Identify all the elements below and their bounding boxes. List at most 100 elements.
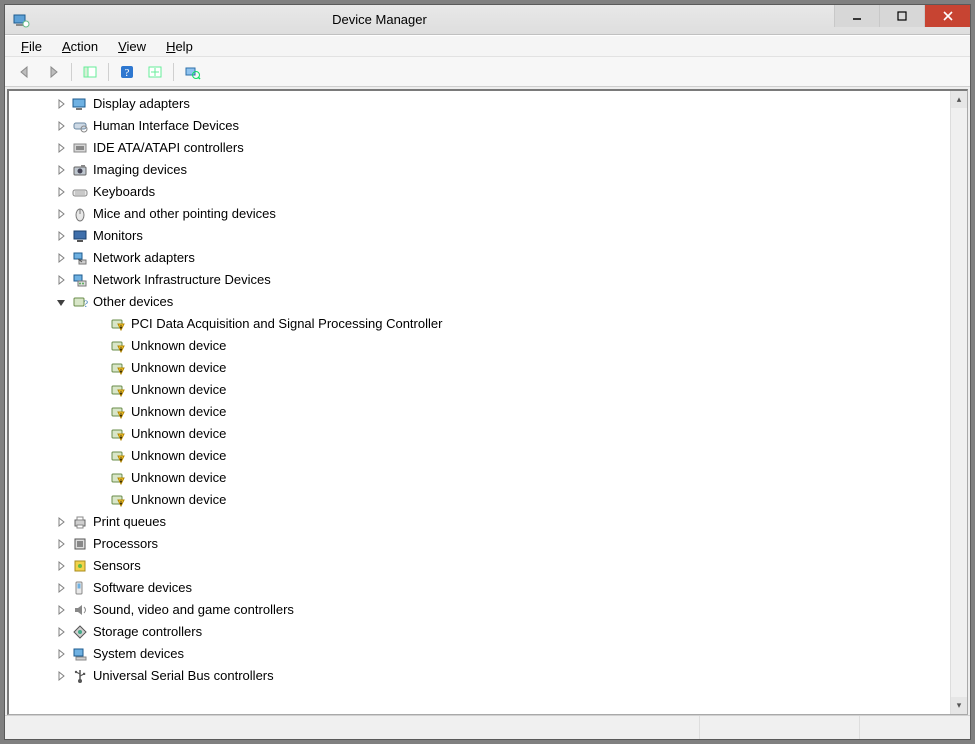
tree-node-label: Unknown device [131,401,226,423]
warning-device-icon [109,491,127,509]
keyboard-icon [71,183,89,201]
tree-node-label: Imaging devices [93,159,187,181]
expand-icon[interactable] [55,186,67,198]
expand-icon[interactable] [55,670,67,682]
menu-file[interactable]: File [11,37,52,56]
expand-icon[interactable] [55,604,67,616]
software-icon [71,579,89,597]
expand-icon[interactable] [55,648,67,660]
scroll-up-button[interactable]: ▴ [951,91,967,108]
expand-icon[interactable] [55,230,67,242]
expand-placeholder [93,472,105,484]
tree-node[interactable]: IDE ATA/ATAPI controllers [9,137,950,159]
expand-placeholder [93,340,105,352]
tree-node[interactable]: Software devices [9,577,950,599]
tree-node[interactable]: Imaging devices [9,159,950,181]
expand-icon[interactable] [55,164,67,176]
expand-icon[interactable] [55,560,67,572]
tree-node[interactable]: Human Interface Devices [9,115,950,137]
tree-node[interactable]: Monitors [9,225,950,247]
tree-node[interactable]: Unknown device [9,423,950,445]
close-button[interactable] [924,5,970,27]
minimize-button[interactable] [834,5,879,27]
tree-node-label: Other devices [93,291,173,313]
tree-node-label: Sensors [93,555,141,577]
svg-text:?: ? [84,299,88,309]
expand-icon[interactable] [55,538,67,550]
sound-icon [71,601,89,619]
tree-node[interactable]: ? Other devices [9,291,950,313]
tree-node-label: Processors [93,533,158,555]
menu-action[interactable]: Action [52,37,108,56]
tree-node[interactable]: Storage controllers [9,621,950,643]
expand-icon[interactable] [55,582,67,594]
tree-node[interactable]: Universal Serial Bus controllers [9,665,950,687]
tree-node-label: Mice and other pointing devices [93,203,276,225]
tree-node[interactable]: Network adapters [9,247,950,269]
scan-hardware-button[interactable] [143,60,167,84]
toolbar-separator [173,63,174,81]
vertical-scrollbar[interactable]: ▴ ▾ [950,91,967,714]
expand-placeholder [93,384,105,396]
tree-node[interactable]: Sound, video and game controllers [9,599,950,621]
menu-help[interactable]: Help [156,37,203,56]
help-button[interactable]: ? [115,60,139,84]
toolbar-separator [71,63,72,81]
tree-node[interactable]: Mice and other pointing devices [9,203,950,225]
tree-node-label: PCI Data Acquisition and Signal Processi… [131,313,442,335]
warning-device-icon [109,315,127,333]
titlebar[interactable]: Device Manager [5,5,970,35]
toolbar: ? [5,57,970,87]
tree-node[interactable]: Sensors [9,555,950,577]
expand-icon[interactable] [55,252,67,264]
expand-icon[interactable] [55,208,67,220]
display-icon [71,95,89,113]
tree-node-label: Unknown device [131,445,226,467]
expand-icon[interactable] [55,120,67,132]
expand-icon[interactable] [55,516,67,528]
tree-node[interactable]: Keyboards [9,181,950,203]
menu-view[interactable]: View [108,37,156,56]
tree-node[interactable]: Unknown device [9,379,950,401]
tree-node[interactable]: Network Infrastructure Devices [9,269,950,291]
tree-node-label: Unknown device [131,467,226,489]
tree-node[interactable]: Processors [9,533,950,555]
tree-node-label: Print queues [93,511,166,533]
warning-device-icon [109,425,127,443]
tree-node[interactable]: Unknown device [9,357,950,379]
show-hide-console-button[interactable] [78,60,102,84]
expand-icon[interactable] [55,98,67,110]
device-tree[interactable]: Display adaptersHuman Interface DevicesI… [9,91,950,714]
hid-icon [71,117,89,135]
expand-icon[interactable] [55,626,67,638]
back-button[interactable] [13,60,37,84]
tree-node-label: Software devices [93,577,192,599]
tree-node[interactable]: Unknown device [9,489,950,511]
ide-icon [71,139,89,157]
network-icon [71,249,89,267]
tree-node[interactable]: Unknown device [9,445,950,467]
tree-node-label: Human Interface Devices [93,115,239,137]
tree-node-label: Keyboards [93,181,155,203]
tree-node[interactable]: Unknown device [9,467,950,489]
system-icon [71,645,89,663]
scroll-down-button[interactable]: ▾ [951,697,967,714]
tree-node[interactable]: Unknown device [9,401,950,423]
tree-node-label: Unknown device [131,335,226,357]
tree-node-label: Monitors [93,225,143,247]
expand-icon[interactable] [55,274,67,286]
tree-node[interactable]: PCI Data Acquisition and Signal Processi… [9,313,950,335]
tree-node[interactable]: Unknown device [9,335,950,357]
tree-node[interactable]: Display adapters [9,93,950,115]
tree-node[interactable]: System devices [9,643,950,665]
tree-node-label: Storage controllers [93,621,202,643]
maximize-button[interactable] [879,5,924,27]
collapse-icon[interactable] [55,296,67,308]
tree-node-label: Unknown device [131,423,226,445]
status-cell [5,716,700,739]
expand-icon[interactable] [55,142,67,154]
tree-node[interactable]: Print queues [9,511,950,533]
scan-for-changes-button[interactable] [180,60,204,84]
forward-button[interactable] [41,60,65,84]
netinfra-icon [71,271,89,289]
